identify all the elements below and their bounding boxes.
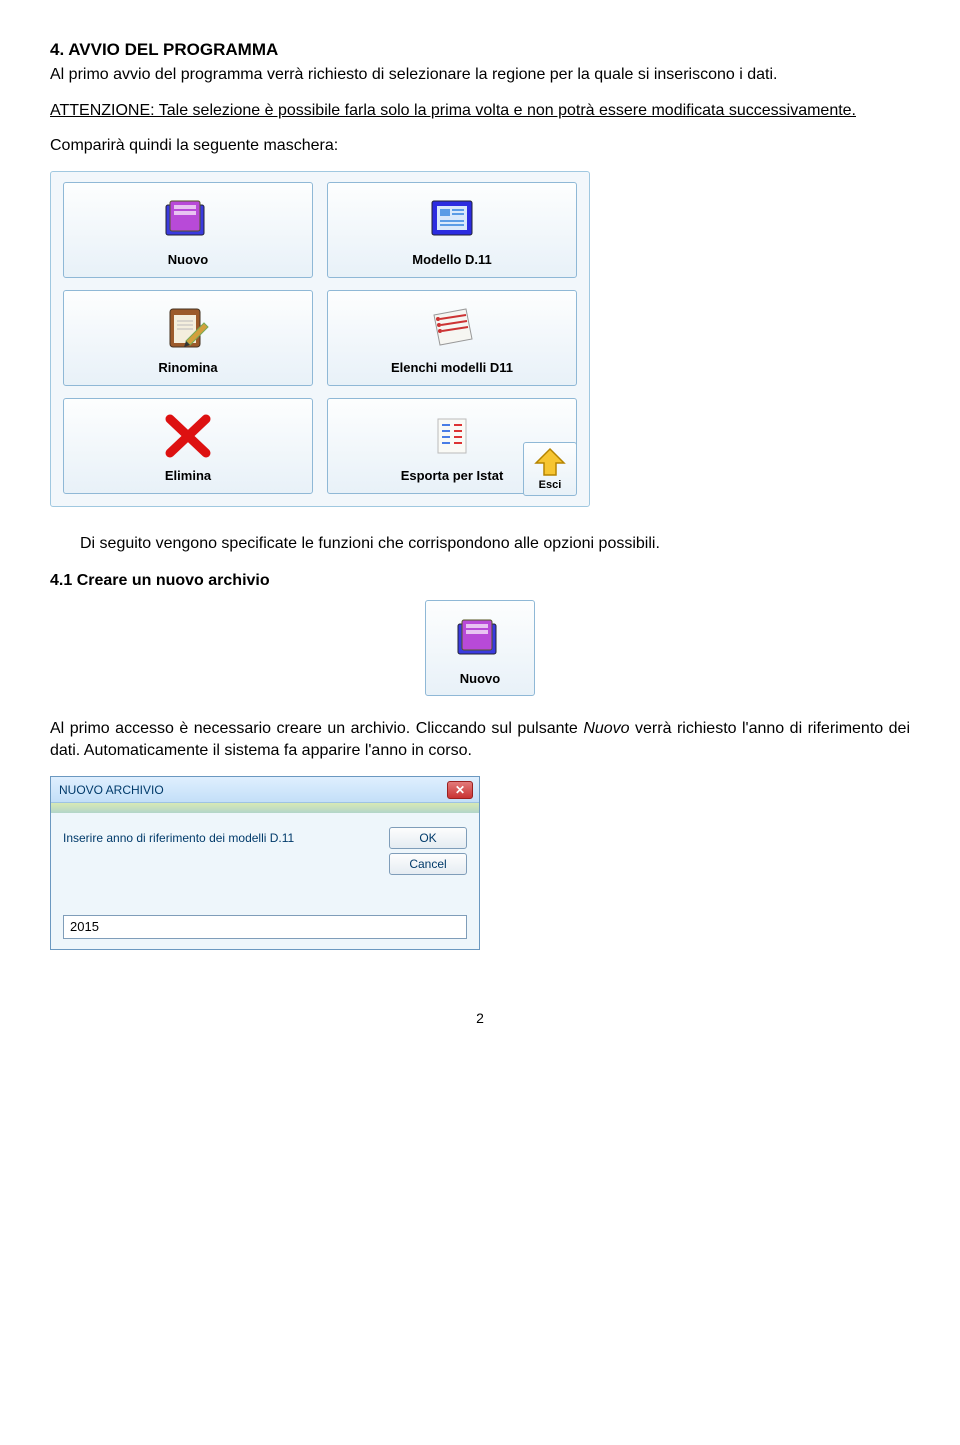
menu-tile-esci[interactable]: Esci [523,442,577,496]
arrow-up-yellow-icon [532,447,568,477]
dialog-screenshot: NUOVO ARCHIVIO ✕ Inserire anno di riferi… [50,776,480,950]
dialog-titlebar: NUOVO ARCHIVIO ✕ [51,777,479,803]
main-menu-screenshot: Nuovo Rinomina [50,171,590,507]
heading-4-1: 4.1 Creare un nuovo archivio [50,572,910,590]
menu-tile-elimina[interactable]: Elimina [63,398,313,494]
dialog-blur-strip [51,803,479,813]
paragraph-intro: Al primo avvio del programma verrà richi… [50,64,910,86]
red-x-icon [158,408,218,464]
menu-tile-label: Esci [539,479,562,491]
menu-tile-nuovo[interactable]: Nuovo [63,182,313,278]
single-tile-wrap: Nuovo [50,600,910,696]
menu-tile-label: Modello D.11 [412,252,491,267]
folder-new-icon [450,611,510,667]
heading-4: 4. AVVIO DEL PROGRAMMA [50,40,910,60]
folder-new-icon [158,192,218,248]
menu-tile-rinomina[interactable]: Rinomina [63,290,313,386]
paragraph-mask: Comparirà quindi la seguente maschera: [50,135,910,157]
dialog-message: Inserire anno di riferimento dei modelli… [63,827,294,845]
dialog-body: Inserire anno di riferimento dei modelli… [51,813,479,949]
page-number: 2 [50,1010,910,1026]
menu-tile-label: Nuovo [168,252,208,267]
menu-tile-label: Nuovo [460,671,500,686]
dialog-title: NUOVO ARCHIVIO [59,783,164,797]
list-paper-icon [422,300,482,356]
menu-tile-label: Esporta per Istat [401,468,504,483]
menu-tile-label: Elenchi modelli D11 [391,360,513,375]
menu-col-left: Nuovo Rinomina [63,182,313,494]
menu-tile-label: Rinomina [158,360,217,375]
p5a: Al primo accesso è necessario creare un … [50,720,583,737]
ok-button[interactable]: OK [389,827,467,849]
paragraph-warning: ATTENZIONE: Tale selezione è possibile f… [50,100,910,122]
menu-tile-label: Elimina [165,468,211,483]
close-icon[interactable]: ✕ [447,781,473,799]
tile-nuovo-single[interactable]: Nuovo [425,600,535,696]
menu-tile-modello[interactable]: Modello D.11 [327,182,577,278]
paragraph-functions: Di seguito vengono specificate le funzio… [80,533,910,555]
year-input[interactable] [63,915,467,939]
form-screen-icon [422,192,482,248]
export-lines-icon [422,408,482,464]
paragraph-create: Al primo accesso è necessario creare un … [50,718,910,761]
cancel-button[interactable]: Cancel [389,853,467,875]
p5b-italic: Nuovo [583,720,629,737]
menu-tile-elenchi[interactable]: Elenchi modelli D11 [327,290,577,386]
clipboard-pen-icon [158,300,218,356]
